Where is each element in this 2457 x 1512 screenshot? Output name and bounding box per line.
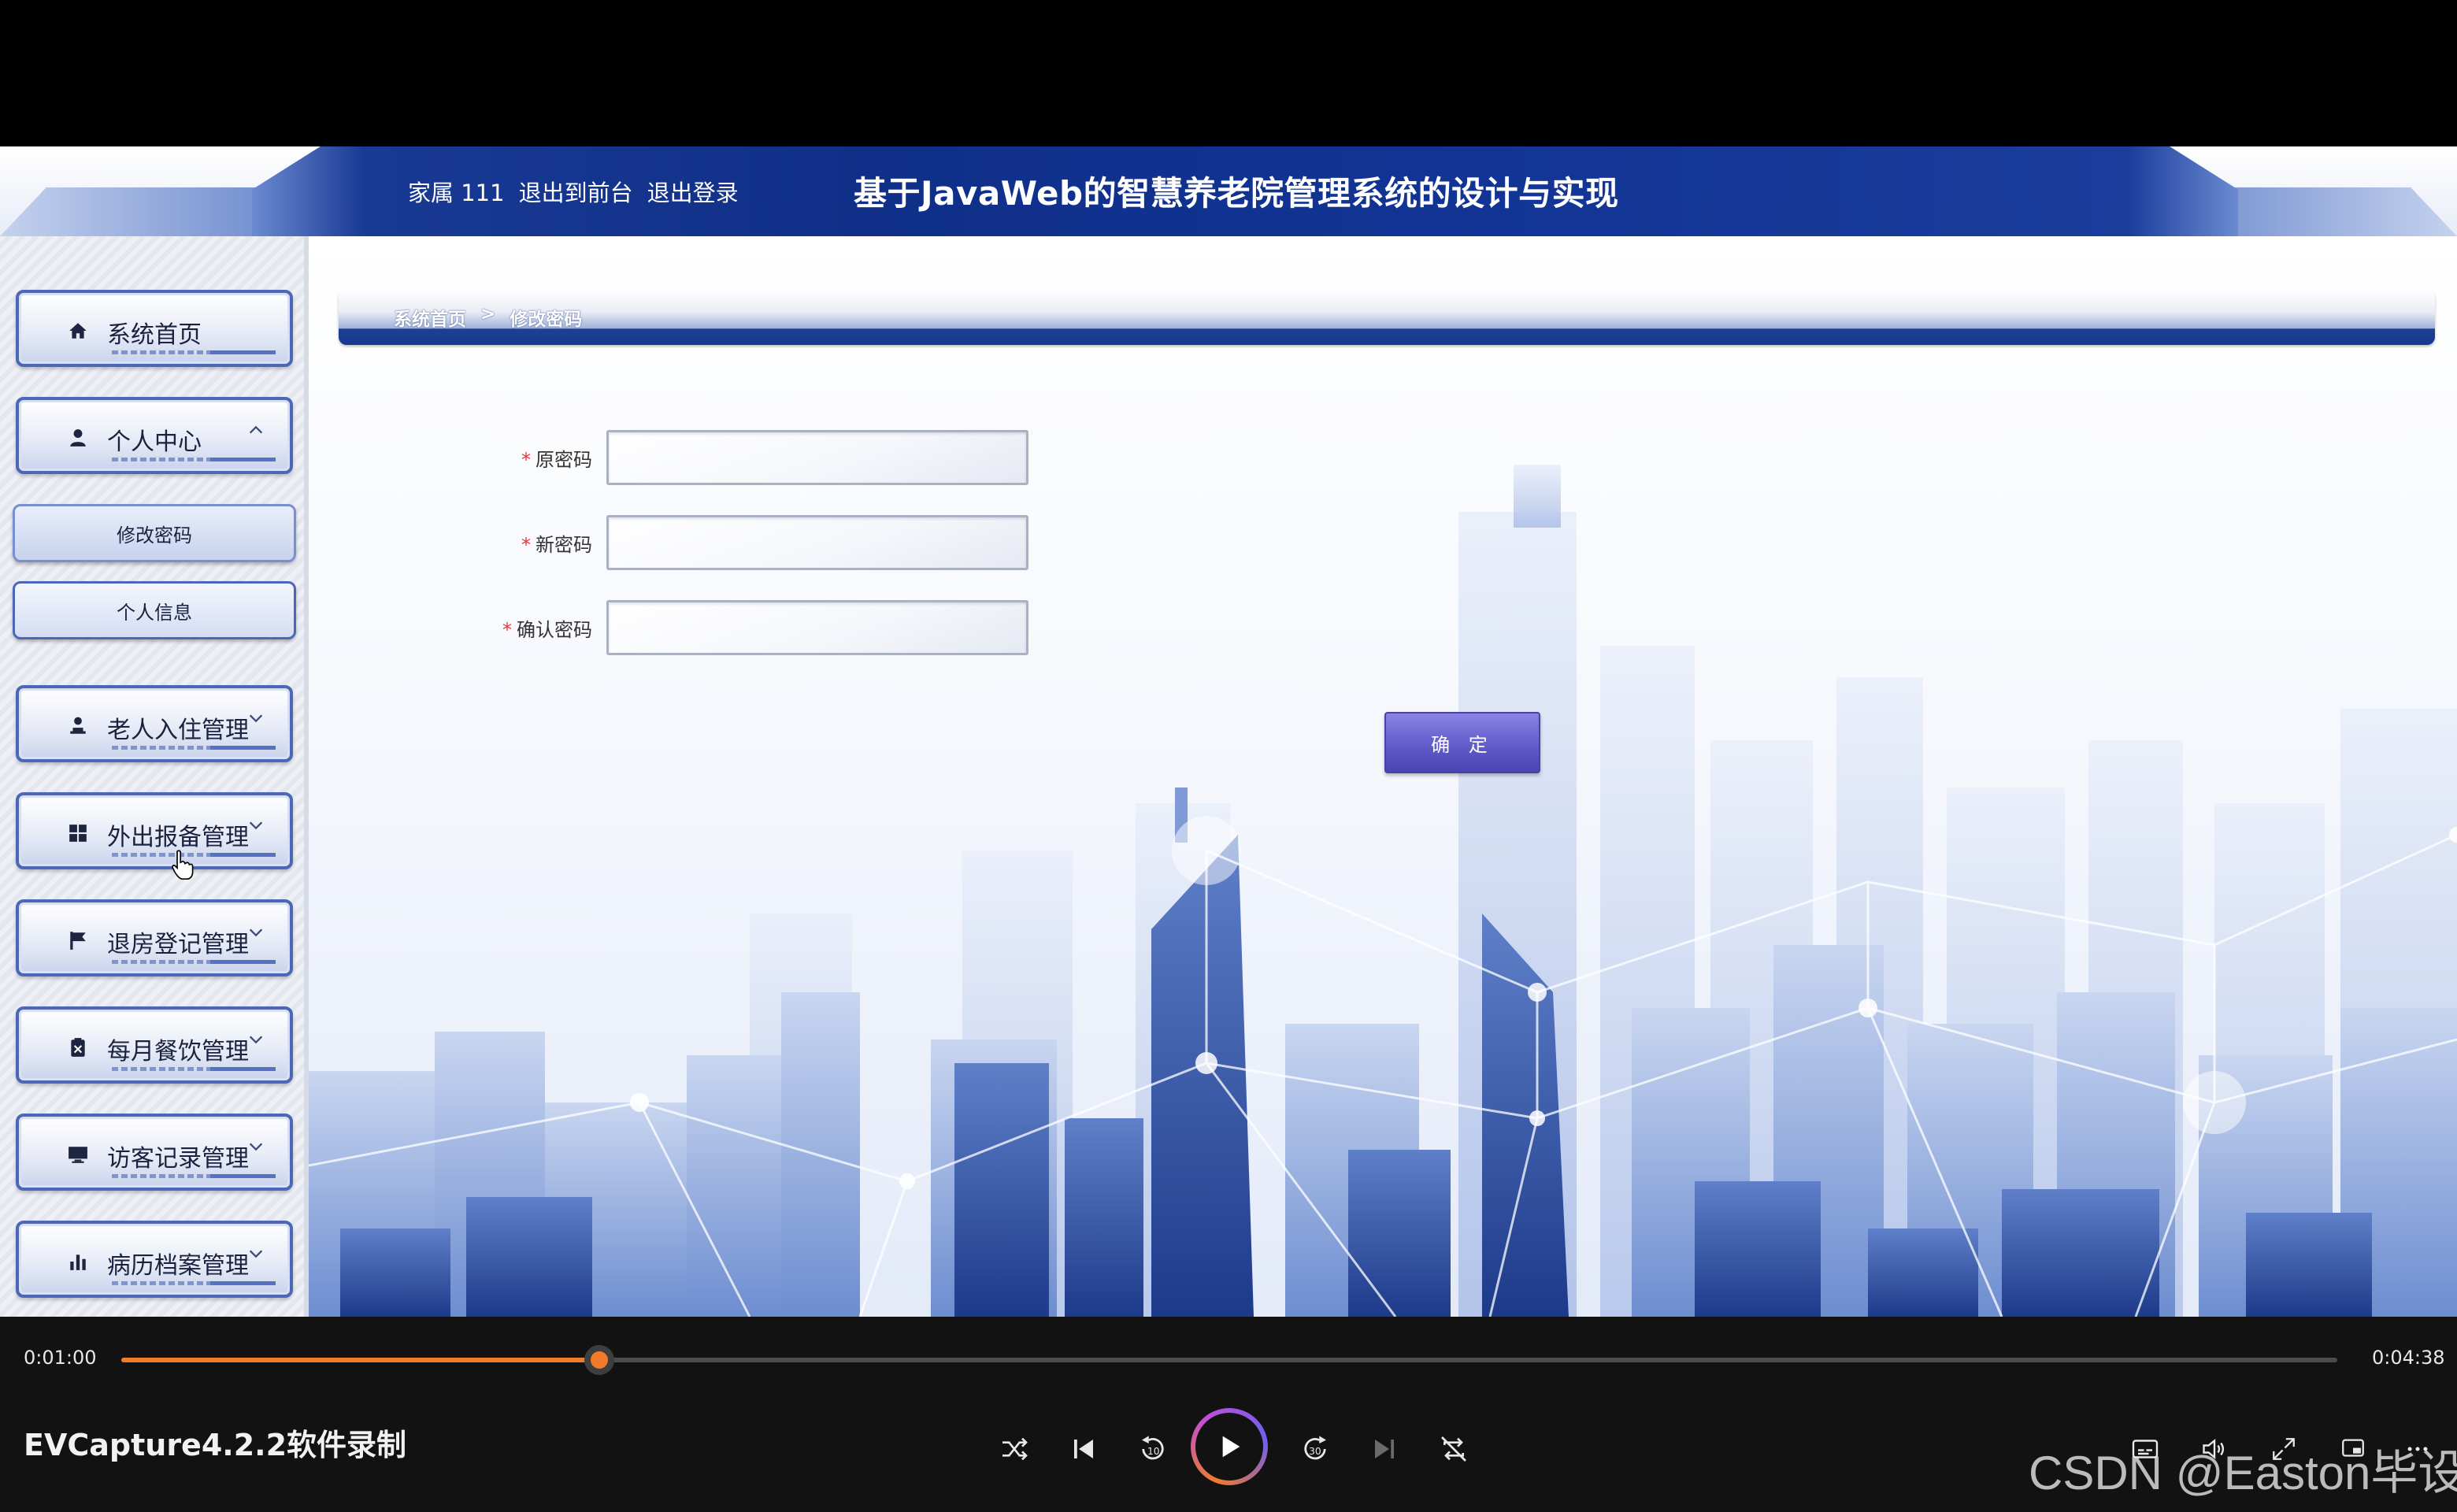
repeat-off-icon[interactable] <box>1430 1425 1477 1473</box>
sidebar-item-label: 病历档案管理 <box>107 1252 249 1280</box>
mouse-cursor-icon <box>172 849 194 884</box>
header: 家属 111 退出到前台 退出登录 基于JavaWeb的智慧养老院管理系统的设计… <box>0 146 2457 236</box>
sidebar-item-label: 外出报备管理 <box>107 824 249 851</box>
sidebar-item-label: 系统首页 <box>107 321 202 349</box>
confirm-password-label-text: 确认密码 <box>517 619 592 641</box>
confirm-password-input[interactable] <box>606 600 1028 655</box>
new-password-input[interactable] <box>606 515 1028 570</box>
flag-icon <box>66 928 90 952</box>
sidebar-item-label: 每月餐饮管理 <box>107 1038 249 1065</box>
progress-track[interactable] <box>121 1358 2337 1362</box>
user-label: 家属 111 <box>408 180 505 206</box>
sidebar-item-underline <box>112 458 276 461</box>
submenu-item-change-password[interactable]: 修改密码 <box>13 504 296 562</box>
back-to-front-link[interactable]: 退出到前台 <box>519 175 633 208</box>
home-icon <box>66 319 90 343</box>
clipboard-icon <box>66 1036 90 1059</box>
required-mark: * <box>521 449 531 471</box>
chevron-down-icon <box>247 923 265 947</box>
confirm-password-row: * 确认密码 <box>309 600 592 655</box>
sidebar-item-elder-checkin[interactable]: 老人入住管理 <box>16 685 293 762</box>
sidebar-item-label: 访客记录管理 <box>107 1145 249 1173</box>
sidebar-item-underline <box>112 1067 276 1071</box>
csdn-watermark: CSDN @Easton毕设 <box>2029 1447 2457 1499</box>
progress-knob[interactable] <box>584 1345 614 1375</box>
sidebar-item-monthly-meals[interactable]: 每月餐饮管理 <box>16 1006 293 1084</box>
next-icon[interactable] <box>1361 1425 1408 1473</box>
breadcrumb: 系统首页 > 修改密码 <box>339 290 2435 345</box>
user-links: 家属 111 退出到前台 退出登录 <box>408 173 739 209</box>
svg-text:10: 10 <box>1147 1446 1160 1457</box>
sidebar-item-label: 个人中心 <box>107 428 202 456</box>
play-button[interactable] <box>1191 1408 1268 1485</box>
sidebar-item-underline <box>112 853 276 857</box>
confirm-password-label: * 确认密码 <box>502 614 592 642</box>
old-password-row: * 原密码 <box>309 430 592 485</box>
city-skyline-background <box>309 236 2457 1317</box>
sidebar-item-underline <box>112 1281 276 1285</box>
top-letterbox <box>0 0 2457 146</box>
chevron-down-icon <box>247 816 265 839</box>
user-icon <box>66 426 90 450</box>
sidebar-item-personal-center[interactable]: 个人中心 <box>16 397 293 474</box>
chevron-up-icon <box>247 421 265 444</box>
progress-fill <box>121 1358 599 1362</box>
new-password-label-text: 新密码 <box>536 534 592 556</box>
system-title: 基于JavaWeb的智慧养老院管理系统的设计与实现 <box>854 174 1619 213</box>
sidebar-item-home[interactable]: 系统首页 <box>16 290 293 367</box>
sidebar-item-label: 退房登记管理 <box>107 931 249 958</box>
new-password-row: * 新密码 <box>309 515 592 570</box>
recorder-title: EVCapture4.2.2软件录制 <box>24 1428 407 1462</box>
current-time: 0:01:00 <box>24 1347 97 1369</box>
sidebar-item-outing-report[interactable]: 外出报备管理 <box>16 792 293 869</box>
sidebar-item-checkout-register[interactable]: 退房登记管理 <box>16 899 293 976</box>
person-icon <box>66 714 90 738</box>
play-icon <box>1195 1413 1263 1480</box>
grid-icon <box>66 821 90 845</box>
total-time: 0:04:38 <box>2372 1347 2445 1369</box>
sidebar-item-label: 老人入住管理 <box>107 717 249 744</box>
sidebar-item-underline <box>112 960 276 964</box>
sidebar-item-underline <box>112 746 276 750</box>
bar-chart-icon <box>66 1250 90 1273</box>
sidebar-item-underline <box>112 1174 276 1178</box>
breadcrumb-current: 修改密码 <box>510 309 583 330</box>
main-content: 系统首页 > 修改密码 * 原密码 * 新密码 * 确认密码 确 定 <box>309 236 2457 1317</box>
old-password-label-text: 原密码 <box>536 449 592 471</box>
shuffle-icon[interactable] <box>991 1425 1038 1473</box>
old-password-label: * 原密码 <box>521 444 592 472</box>
required-mark: * <box>502 619 512 641</box>
chevron-down-icon <box>247 1244 265 1268</box>
app-window: 家属 111 退出到前台 退出登录 基于JavaWeb的智慧养老院管理系统的设计… <box>0 146 2457 1317</box>
confirm-button[interactable]: 确 定 <box>1384 712 1540 773</box>
sidebar-item-visitor-records[interactable]: 访客记录管理 <box>16 1114 293 1191</box>
new-password-label: * 新密码 <box>521 529 592 557</box>
breadcrumb-home-link[interactable]: 系统首页 <box>394 304 466 331</box>
rewind-10-icon[interactable]: 10 <box>1129 1425 1177 1473</box>
chevron-down-icon <box>247 1030 265 1054</box>
breadcrumb-separator: > <box>480 304 496 324</box>
sidebar-item-underline <box>112 350 276 354</box>
sidebar-item-medical-records[interactable]: 病历档案管理 <box>16 1221 293 1298</box>
forward-30-icon[interactable]: 30 <box>1292 1425 1339 1473</box>
sidebar: 系统首页 个人中心 修改密码 个人信息 老人入住管理 外出报备管理 退房登记管理… <box>0 236 309 1317</box>
chevron-down-icon <box>247 709 265 732</box>
chevron-down-icon <box>247 1137 265 1161</box>
logout-link[interactable]: 退出登录 <box>647 175 739 208</box>
monitor-icon <box>66 1143 90 1166</box>
old-password-input[interactable] <box>606 430 1028 485</box>
svg-text:30: 30 <box>1309 1446 1321 1457</box>
required-mark: * <box>521 534 531 556</box>
previous-icon[interactable] <box>1060 1425 1107 1473</box>
submenu-item-personal-info[interactable]: 个人信息 <box>13 581 296 639</box>
